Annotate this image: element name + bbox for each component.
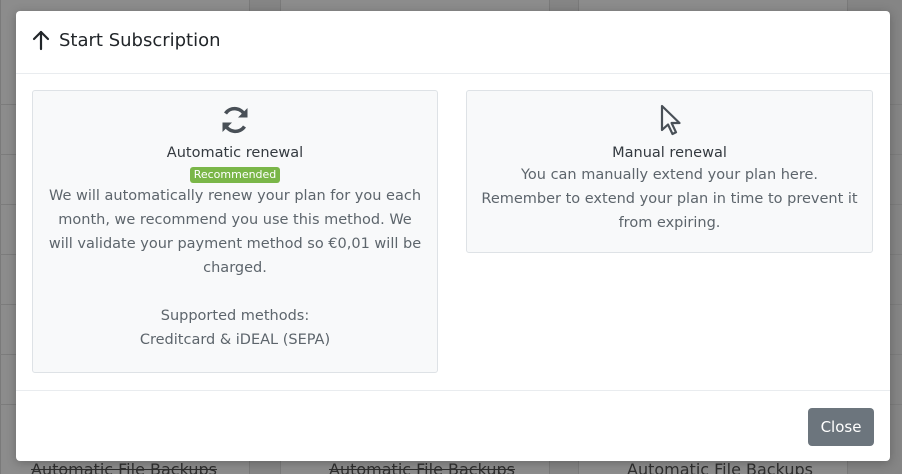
pointer-icon — [660, 104, 681, 136]
background-feature-label: Automatic File Backups — [329, 460, 515, 474]
background-feature-label: Automatic File Backups — [31, 460, 217, 474]
subscription-modal: Start Subscription Automatic renewal Rec… — [16, 11, 890, 461]
automatic-renewal-option[interactable]: Automatic renewal Recommended We will au… — [32, 90, 438, 373]
supported-methods-label: Supported methods: — [160, 308, 310, 324]
modal-header: Start Subscription — [16, 11, 890, 74]
automatic-renewal-title: Automatic renewal — [166, 145, 304, 161]
background-feature-label: Automatic File Backups — [627, 460, 813, 474]
recommended-badge: Recommended — [189, 167, 281, 183]
manual-renewal-description: You can manually extend your plan here. … — [481, 167, 858, 231]
automatic-renewal-description: We will automatically renew your plan fo… — [48, 188, 422, 276]
arrow-up-icon — [32, 30, 50, 51]
manual-renewal-title: Manual renewal — [612, 145, 727, 161]
supported-methods-list: Creditcard & iDEAL (SEPA) — [139, 332, 331, 348]
modal-body: Automatic renewal Recommended We will au… — [16, 74, 890, 389]
modal-title-text: Start Subscription — [59, 29, 221, 51]
sync-icon — [222, 106, 248, 134]
manual-renewal-option[interactable]: Manual renewal You can manually extend y… — [466, 90, 873, 253]
close-button[interactable]: Close — [808, 408, 874, 446]
modal-footer: Close — [16, 390, 890, 462]
modal-title: Start Subscription — [30, 29, 221, 51]
